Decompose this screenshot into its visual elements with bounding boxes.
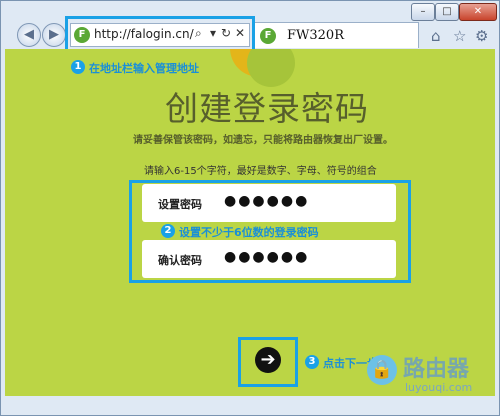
step-1-badge: 1 <box>71 60 85 74</box>
watermark: 🔒 路由器 luyouqi.com <box>357 347 497 407</box>
back-button[interactable]: ◀ <box>17 23 41 47</box>
confirm-password-label: 确认密码 <box>158 254 202 267</box>
home-icon[interactable]: ⌂ <box>431 27 441 45</box>
browser-window: – □ ✕ ◀ ▶ F http://falogin.cn/ ⌕ ▾ ↻ ✕ F… <box>0 0 500 416</box>
step-2-text: 设置不少于6位数的登录密码 <box>179 226 319 239</box>
page-content: 1 在地址栏输入管理地址 创建登录密码 请妥善保管该密码，如遗忘，只能将路由器恢… <box>5 49 495 396</box>
warning-note: 请妥善保管该密码，如遗忘，只能将路由器恢复出厂设置。 <box>133 135 393 146</box>
address-callout-box <box>65 16 255 53</box>
confirm-password-value[interactable]: ●●●●●● <box>224 249 309 265</box>
set-password-value[interactable]: ●●●●●● <box>224 193 309 209</box>
step-1-text: 在地址栏输入管理地址 <box>89 62 199 75</box>
page-title: 创建登录密码 <box>165 89 369 128</box>
next-arrow-button[interactable]: ➔ <box>255 347 281 373</box>
tab-favicon-icon: F <box>260 28 276 44</box>
password-hint: 请输入6-15个字符，最好是数字、字母、符号的组合 <box>144 166 377 177</box>
step-2-badge: 2 <box>161 224 175 238</box>
forward-button[interactable]: ▶ <box>42 23 66 47</box>
set-password-label: 设置密码 <box>158 198 202 211</box>
watermark-site: luyouqi.com <box>405 381 473 394</box>
step-3-badge: 3 <box>305 355 319 369</box>
gear-icon[interactable]: ⚙ <box>475 27 488 45</box>
tab-fw320r[interactable]: F FW320R <box>254 22 419 48</box>
lock-icon: 🔒 <box>367 355 397 385</box>
tab-title: FW320R <box>287 28 344 43</box>
confirm-password-field[interactable]: 确认密码 ●●●●●● <box>142 240 396 278</box>
watermark-brand: 路由器 <box>403 357 470 382</box>
star-icon[interactable]: ☆ <box>453 27 466 45</box>
set-password-field[interactable]: 设置密码 ●●●●●● <box>142 184 396 222</box>
